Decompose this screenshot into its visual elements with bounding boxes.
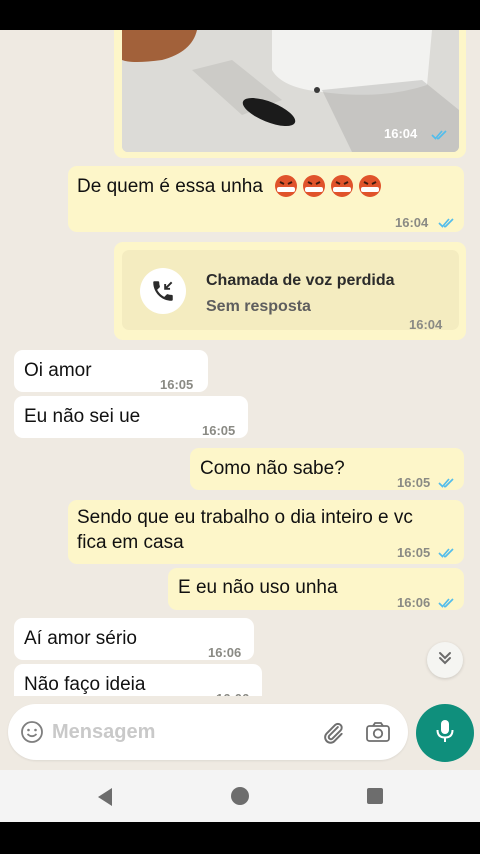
back-triangle-icon[interactable] xyxy=(96,787,114,812)
outgoing-message[interactable]: De quem é essa unha 16:04 xyxy=(68,166,464,232)
double-check-icon xyxy=(438,591,456,616)
message-time: 16:04 xyxy=(395,215,429,230)
navigation-bar xyxy=(0,770,480,822)
message-time: 16:06 xyxy=(397,595,431,610)
emoji-icon[interactable] xyxy=(20,720,44,749)
message-composer[interactable]: Mensagem xyxy=(8,704,408,760)
status-bar xyxy=(0,0,480,30)
scroll-down-button[interactable] xyxy=(427,642,463,678)
home-circle-icon[interactable] xyxy=(230,786,250,811)
microphone-button[interactable] xyxy=(416,704,474,762)
message-text: E eu não uso unha xyxy=(178,577,338,598)
chevron-double-down-icon xyxy=(436,649,454,672)
photo-time: 16:04 xyxy=(384,126,418,141)
incoming-message[interactable]: Eu não sei ue 16:05 xyxy=(14,396,248,438)
microphone-icon xyxy=(434,718,456,749)
incoming-message[interactable]: Oi amor 16:05 xyxy=(14,350,208,392)
paperclip-icon[interactable] xyxy=(320,720,346,751)
bottom-bezel xyxy=(0,822,480,854)
message-input[interactable]: Mensagem xyxy=(52,721,155,744)
double-check-icon xyxy=(438,541,456,566)
message-time: 16:05 xyxy=(202,423,236,438)
angry-emoji-icon xyxy=(274,174,388,198)
outgoing-message[interactable]: Sendo que eu trabalho o dia inteiro e vc… xyxy=(68,500,464,564)
missed-call-card[interactable]: Chamada de voz perdida Sem resposta 16:0… xyxy=(122,250,459,332)
recents-square-icon[interactable] xyxy=(366,787,384,810)
incoming-message[interactable]: Aí amor sério 16:06 xyxy=(14,618,254,660)
message-text-line1: Sendo que eu trabalho o dia inteiro e vc xyxy=(77,507,413,528)
call-time: 16:04 xyxy=(409,317,443,332)
message-text-line2: fica em casa xyxy=(77,532,184,553)
chat-area[interactable]: 16:04 De quem é essa unha 16:04 Chamada … xyxy=(0,30,480,770)
missed-call-icon xyxy=(140,268,186,314)
message-text: Eu não sei ue xyxy=(24,406,141,427)
call-title: Chamada de voz perdida xyxy=(206,272,395,289)
message-text: Não faço ideia xyxy=(24,674,146,695)
outgoing-message[interactable]: Como não sabe? 16:05 xyxy=(190,448,464,490)
missed-call-message[interactable]: Chamada de voz perdida Sem resposta 16:0… xyxy=(114,242,466,340)
call-subtitle: Sem resposta xyxy=(206,298,311,315)
double-check-icon xyxy=(431,128,449,146)
message-time: 16:05 xyxy=(397,545,431,560)
photo-message[interactable]: 16:04 xyxy=(114,30,466,158)
message-text: Como não sabe? xyxy=(200,458,345,479)
message-time: 16:05 xyxy=(160,377,194,392)
message-text: Oi amor xyxy=(24,360,92,381)
outgoing-message[interactable]: E eu não uso unha 16:06 xyxy=(168,568,464,610)
message-time: 16:06 xyxy=(208,645,242,660)
double-check-icon xyxy=(438,471,456,496)
message-text: De quem é essa unha xyxy=(77,176,263,197)
double-check-icon xyxy=(438,211,456,236)
message-text: Aí amor sério xyxy=(24,628,137,649)
message-time: 16:05 xyxy=(397,475,431,490)
camera-icon[interactable] xyxy=(365,720,391,749)
